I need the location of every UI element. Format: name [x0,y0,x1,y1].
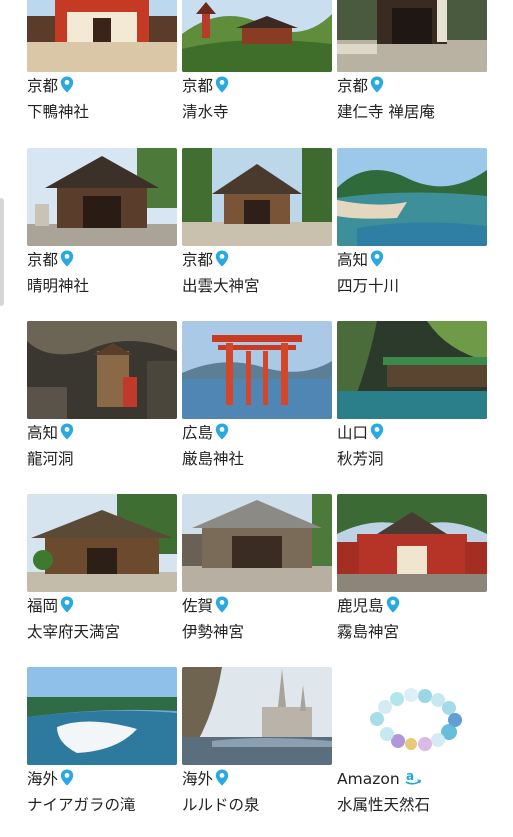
map-pin-icon [215,76,229,93]
bracelet-photo [337,667,487,765]
product-name: 水属性天然石 [337,796,431,814]
spot-photo [182,321,332,419]
map-pin-icon [60,76,74,93]
spot-photo [27,667,177,765]
spot-name: ナイアガラの滝 [27,796,136,814]
spot-name: 太宰府天満宮 [27,623,121,641]
map-pin-icon [386,596,400,613]
region-label: 高知 [27,424,59,442]
map-pin-icon [370,250,384,267]
spot-name: 出雲大神宮 [182,277,260,295]
region-label: Amazon [337,770,400,788]
amazon-product-card[interactable]: Amazon a 水属性天然石 [337,667,487,837]
spot-photo [27,0,177,72]
region-label: 海外 [182,770,214,788]
spot-photo [182,148,332,246]
region-label: 広島 [182,424,214,442]
region-label: 京都 [182,77,214,95]
spot-card-seimei[interactable]: 京都 晴明神社 [27,148,177,318]
spot-card-shimogamo[interactable]: 京都 下鴨神社 [27,0,177,144]
spot-photo [27,494,177,592]
spot-photo [337,321,487,419]
spot-photo [182,494,332,592]
map-pin-icon [370,76,384,93]
spot-photo [27,148,177,246]
spot-name: 秋芳洞 [337,450,384,468]
spot-name: 厳島神社 [182,450,245,468]
spot-card-ise[interactable]: 佐賀 伊勢神宮 [182,494,332,664]
spot-photo [337,0,487,72]
map-pin-icon [215,769,229,786]
spot-name: 晴明神社 [27,277,90,295]
spot-name: 霧島神宮 [337,623,400,641]
map-pin-icon [215,250,229,267]
spot-photo [337,148,487,246]
map-pin-icon [370,423,384,440]
map-pin-icon [60,596,74,613]
spot-name: 建仁寺 禅居庵 [337,103,435,121]
spot-card-itsukushima[interactable]: 広島 厳島神社 [182,321,332,491]
map-pin-icon [60,769,74,786]
spot-name: 四万十川 [337,277,400,295]
region-label: 山口 [337,424,369,442]
spot-card-akiyoshido[interactable]: 山口 秋芳洞 [337,321,487,491]
spot-card-kenninji[interactable]: 京都 建仁寺 禅居庵 [337,0,487,144]
spot-name: 清水寺 [182,103,229,121]
map-pin-icon [60,250,74,267]
region-label: 京都 [337,77,369,95]
spot-photo [337,494,487,592]
spot-card-niagara[interactable]: 海外 ナイアガラの滝 [27,667,177,837]
region-label: 京都 [182,251,214,269]
spot-card-ryugado[interactable]: 高知 龍河洞 [27,321,177,491]
region-label: 京都 [27,251,59,269]
map-pin-icon [215,423,229,440]
spot-card-dazaifu[interactable]: 福岡 太宰府天満宮 [27,494,177,664]
spot-card-izumo-daijingu[interactable]: 京都 出雲大神宮 [182,148,332,318]
spot-card-lourdes[interactable]: 海外 ルルドの泉 [182,667,332,837]
region-label: 佐賀 [182,597,214,615]
spot-card-kirishima[interactable]: 鹿児島 霧島神宮 [337,494,487,664]
edge-panel-handle[interactable] [0,198,4,306]
spot-card-shimanto[interactable]: 高知 四万十川 [337,148,487,318]
map-pin-icon [60,423,74,440]
spot-name: 下鴨神社 [27,103,90,121]
region-label: 海外 [27,770,59,788]
region-label: 福岡 [27,597,59,615]
region-label: 高知 [337,251,369,269]
region-label: 鹿児島 [337,597,384,615]
map-pin-icon [215,596,229,613]
spot-name: ルルドの泉 [182,796,260,814]
spot-name: 伊勢神宮 [182,623,245,641]
spot-card-kiyomizu[interactable]: 京都 清水寺 [182,0,332,144]
spot-photo [182,667,332,765]
spot-photo [27,321,177,419]
region-label: 京都 [27,77,59,95]
spot-name: 龍河洞 [27,450,74,468]
spot-photo [182,0,332,72]
amazon-logo-icon: a [404,768,422,786]
svg-text:a: a [406,769,414,783]
